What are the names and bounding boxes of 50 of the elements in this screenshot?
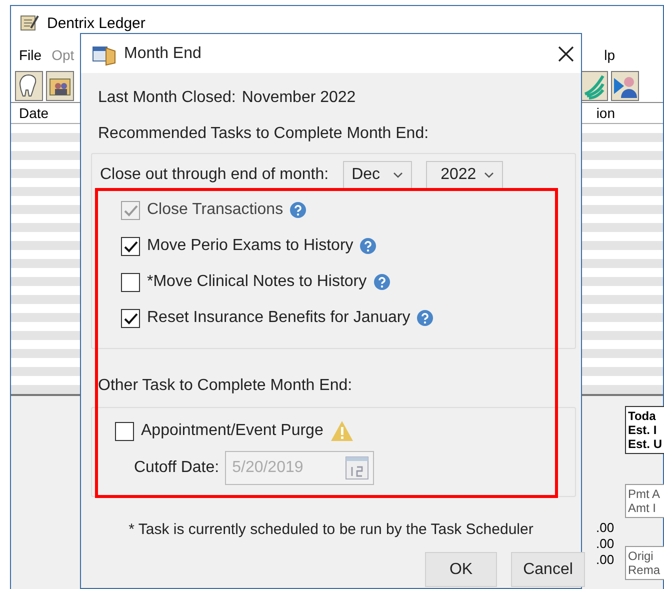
help-icon[interactable] bbox=[374, 274, 390, 290]
dialog-button[interactable]: Cancel bbox=[511, 552, 585, 587]
waves-icon[interactable] bbox=[580, 71, 608, 101]
help-icon[interactable] bbox=[417, 310, 434, 326]
help-icon[interactable] bbox=[290, 202, 306, 218]
window-title: Dentrix Ledger bbox=[47, 14, 146, 32]
summary-label: Amt I bbox=[628, 501, 658, 515]
menu-item[interactable]: lp bbox=[604, 47, 615, 63]
task-label: *Move Clinical Notes to History bbox=[147, 273, 367, 291]
person-icon[interactable] bbox=[611, 71, 639, 101]
help-icon[interactable] bbox=[360, 238, 376, 254]
last-closed-label: Last Month Closed: bbox=[98, 89, 236, 107]
close-out-label: Close out through end of month: bbox=[100, 166, 329, 184]
caret-icon bbox=[392, 172, 403, 178]
last-closed-value: November 2022 bbox=[242, 89, 356, 107]
year-dropdown[interactable]: 2022 bbox=[426, 161, 503, 189]
dialog-title: Month End bbox=[124, 44, 202, 62]
month-dropdown[interactable]: Dec bbox=[342, 161, 412, 189]
section-heading: Other Task to Complete Month End: bbox=[98, 377, 352, 395]
summary-label: Pmt A bbox=[628, 487, 662, 501]
summary-label: Rema bbox=[628, 563, 662, 577]
section-heading: Recommended Tasks to Complete Month End: bbox=[98, 125, 429, 143]
amount-text: .00 bbox=[596, 520, 614, 536]
summary-label: Est. U bbox=[628, 437, 662, 451]
summary-label: Toda bbox=[628, 409, 657, 423]
summary-label: Est. I bbox=[628, 423, 658, 437]
close-icon[interactable] bbox=[557, 44, 575, 62]
task-label: Reset Insurance Benefits for January bbox=[147, 309, 410, 327]
folder-people-icon[interactable] bbox=[46, 71, 74, 101]
amount-text: .00 bbox=[596, 536, 614, 552]
dialog-button[interactable]: OK bbox=[425, 552, 497, 587]
task-label: Close Transactions bbox=[147, 201, 284, 219]
menu-item[interactable]: Opt bbox=[52, 47, 74, 63]
amount-text: .00 bbox=[596, 552, 614, 568]
checkbox[interactable] bbox=[121, 272, 140, 292]
checkbox[interactable] bbox=[121, 236, 140, 256]
summary-label: Origi bbox=[628, 549, 654, 563]
column-header: Date bbox=[19, 105, 49, 121]
tooth-icon[interactable] bbox=[15, 71, 43, 101]
task-label: Appointment/Event Purge bbox=[141, 422, 324, 440]
checkbox[interactable] bbox=[121, 308, 140, 328]
checkbox[interactable] bbox=[115, 422, 134, 440]
warning-icon bbox=[330, 420, 354, 442]
column-header: ion bbox=[596, 105, 615, 121]
menu-item[interactable]: File bbox=[19, 47, 42, 63]
footnote: * Task is currently scheduled to be run by the Task Scheduler bbox=[128, 521, 534, 538]
cutoff-label: Cutoff Date: bbox=[134, 459, 220, 477]
caret-icon bbox=[484, 172, 494, 178]
ledger-icon bbox=[19, 13, 39, 33]
task-label: Move Perio Exams to History bbox=[147, 237, 354, 255]
